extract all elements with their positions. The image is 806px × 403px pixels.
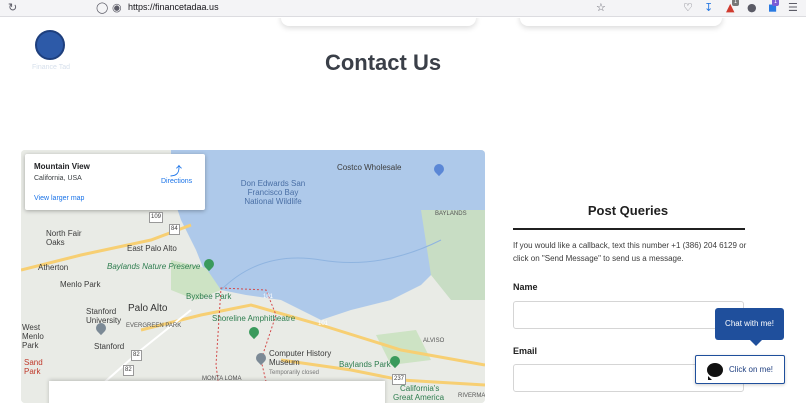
map-label: Palo Alto <box>128 303 168 314</box>
map-label: EVERGREEN PARK <box>126 323 182 329</box>
map-label: Baylands Nature Preserve <box>107 262 201 271</box>
address-bar[interactable]: https://financetadaa.us <box>128 2 219 12</box>
notification-badge: 1 <box>772 0 779 6</box>
tracking-shield-icon[interactable]: ◯ <box>96 1 108 15</box>
map-label: Byxbee Park <box>186 292 232 301</box>
directions-link[interactable]: Directions <box>161 178 192 185</box>
map-label: Great America <box>393 393 445 402</box>
map-label: Costco Wholesale <box>337 163 402 172</box>
form-title: Post Queries <box>587 203 669 218</box>
download-icon[interactable]: ↧ <box>704 1 713 15</box>
map-bottom-overlay <box>49 381 385 403</box>
map-place-region: California, USA <box>34 175 82 182</box>
map-label: RIVERMA <box>458 393 485 399</box>
map-label: Sand <box>24 358 43 367</box>
form-description: If you would like a callback, text this … <box>513 241 747 263</box>
map-road-shield: 101 <box>263 294 274 300</box>
extension-icon[interactable]: ● <box>747 1 757 15</box>
map-label: Baylands Park <box>339 360 391 369</box>
hamburger-menu-icon[interactable]: ☰ <box>788 1 798 15</box>
google-map[interactable]: Mountain View California, USA View large… <box>21 150 485 403</box>
directions-icon[interactable]: ⤴ <box>170 162 182 179</box>
map-label: West Menlo Park <box>22 323 44 350</box>
map-road-shield: 84 <box>169 224 180 235</box>
map-road-shield: 237 <box>392 374 407 385</box>
email-label: Email <box>513 346 538 356</box>
map-label: Temporarily closed <box>269 370 320 376</box>
map-label: ALVISO <box>423 338 445 344</box>
map-info-card: Mountain View California, USA View large… <box>25 154 205 210</box>
map-road-shield: 109 <box>149 212 164 223</box>
chat-bubble[interactable]: Chat with me! <box>715 308 784 346</box>
view-larger-map-link[interactable]: View larger map <box>34 195 84 202</box>
extension-badge: 1 <box>732 0 739 6</box>
chat-button[interactable]: Click on me! <box>695 355 785 384</box>
map-road-shield: 101 <box>318 321 329 327</box>
map-road-shield: 82 <box>123 365 134 376</box>
map-label: BAYLANDS <box>435 211 467 217</box>
nav-card <box>281 18 476 26</box>
map-label: California's <box>400 384 440 393</box>
browser-toolbar: ↻ ◯ ◉ https://financetadaa.us ☆ ♡ ↧ ▲ 1 … <box>0 0 806 17</box>
map-label: North Fair Oaks <box>46 229 82 247</box>
reload-icon[interactable]: ↻ <box>8 1 17 15</box>
lock-icon[interactable]: ◉ <box>112 1 122 15</box>
page-title: Contact Us <box>324 50 442 75</box>
map-road-shield: 82 <box>131 350 142 361</box>
chat-icon <box>707 363 723 380</box>
pocket-icon[interactable]: ♡ <box>683 1 693 15</box>
name-input[interactable] <box>513 301 744 329</box>
form-title-divider <box>513 228 745 230</box>
map-label: Atherton <box>38 263 69 272</box>
map-label: East Palo Alto <box>127 244 177 253</box>
map-label: Menlo Park <box>60 280 101 289</box>
bookmark-star-icon[interactable]: ☆ <box>596 1 606 15</box>
map-label: Stanford University <box>86 307 122 325</box>
map-label: Shoreline Amphitheatre <box>212 314 296 323</box>
map-label: Don Edwards San Francisco Bay National W… <box>240 179 306 206</box>
map-label: Stanford <box>94 342 125 351</box>
page-content: Finance Tad Contact Us Mountain View Cal… <box>0 18 806 403</box>
name-label: Name <box>513 282 538 292</box>
chat-button-label: Click on me! <box>729 365 774 374</box>
map-label: Park <box>24 367 41 376</box>
map-place-name: Mountain View <box>34 162 90 171</box>
map-label: Computer History Museum <box>269 349 332 367</box>
nav-card <box>520 18 722 26</box>
